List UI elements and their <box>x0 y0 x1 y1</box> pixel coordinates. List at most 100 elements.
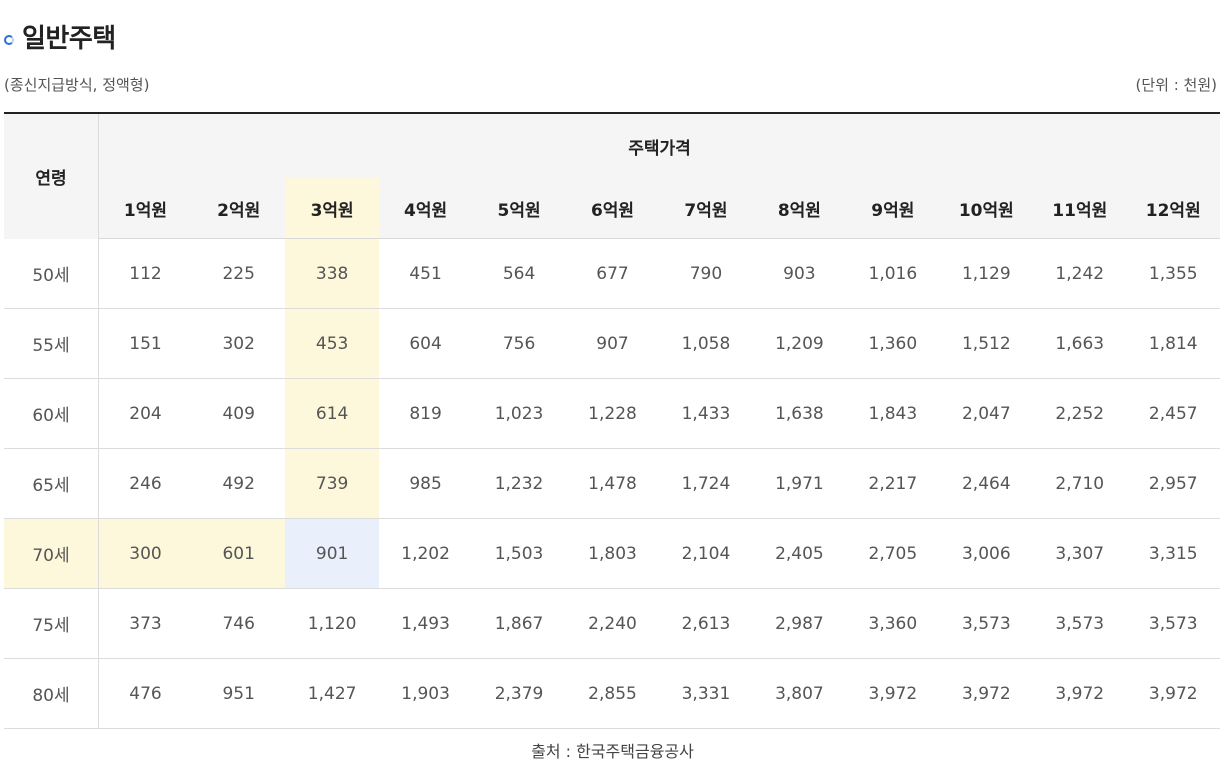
payment-method-note: (종신지급방식, 정액형) <box>4 76 150 94</box>
column-header: 3억원 <box>285 178 379 239</box>
value-cell: 1,360 <box>846 308 940 379</box>
value-cell: 3,972 <box>846 658 940 729</box>
value-cell: 2,405 <box>752 518 847 589</box>
value-cell: 1,433 <box>659 378 753 449</box>
value-cell: 1,228 <box>565 378 660 449</box>
value-cell: 112 <box>98 238 192 309</box>
value-cell: 1,638 <box>752 378 847 449</box>
value-cell: 2,464 <box>939 448 1034 519</box>
value-cell: 151 <box>98 308 192 379</box>
value-cell: 1,478 <box>565 448 660 519</box>
value-cell: 1,058 <box>659 308 753 379</box>
value-cell: 604 <box>378 308 473 379</box>
column-header: 2억원 <box>191 178 286 239</box>
value-cell: 302 <box>191 308 286 379</box>
value-cell: 3,331 <box>659 658 753 729</box>
value-cell: 3,573 <box>939 588 1034 659</box>
value-cell: 2,379 <box>472 658 566 729</box>
value-cell: 790 <box>659 238 753 309</box>
source-note: 출처 : 한국주택금융공사 <box>531 742 694 761</box>
column-header: 6억원 <box>565 178 660 239</box>
value-cell: 2,855 <box>565 658 660 729</box>
table-row: 60세 204 409 614 819 1,023 1,228 1,433 1,638 1,843… <box>4 378 1220 449</box>
value-cell: 3,573 <box>1126 588 1220 659</box>
age-header: 연령 <box>4 112 99 239</box>
column-header: 7억원 <box>659 178 753 239</box>
value-cell: 601 <box>191 518 286 589</box>
value-cell: 2,104 <box>659 518 753 589</box>
value-cell: 3,972 <box>1033 658 1127 729</box>
value-cell: 225 <box>191 238 286 309</box>
column-header: 4억원 <box>378 178 473 239</box>
value-cell: 1,355 <box>1126 238 1220 309</box>
age-cell: 80세 <box>4 658 99 729</box>
price-header: 주택가격 <box>98 112 1220 178</box>
value-cell: 907 <box>565 308 660 379</box>
value-cell: 2,710 <box>1033 448 1127 519</box>
value-cell: 1,663 <box>1033 308 1127 379</box>
table-row: 65세 246 492 739 985 1,232 1,478 1,724 1,971 2,217… <box>4 448 1220 519</box>
value-cell: 2,252 <box>1033 378 1127 449</box>
column-header: 9억원 <box>846 178 940 239</box>
value-cell: 614 <box>285 378 379 449</box>
value-cell: 409 <box>191 378 286 449</box>
section-title-row: 일반주택 <box>4 18 116 55</box>
value-cell: 564 <box>472 238 566 309</box>
circle-bullet-icon <box>4 34 14 45</box>
section-title: 일반주택 <box>22 24 116 54</box>
value-cell: 2,987 <box>752 588 847 659</box>
column-header: 12억원 <box>1126 178 1220 239</box>
value-cell: 2,705 <box>846 518 940 589</box>
column-header: 10억원 <box>939 178 1034 239</box>
column-header: 11억원 <box>1033 178 1127 239</box>
value-cell: 2,957 <box>1126 448 1220 519</box>
value-cell: 300 <box>98 518 192 589</box>
value-cell: 1,803 <box>565 518 660 589</box>
value-cell: 1,512 <box>939 308 1034 379</box>
value-cell: 903 <box>752 238 847 309</box>
pension-table: 연령 주택가격 1억원 2억원 3억원 4억원 5억원 6억원 7억원 8억원 9억원 10억원 1… <box>4 112 1220 729</box>
table-row: 70세 300 601 901 1,202 1,503 1,803 2,104 2,405 2,7… <box>4 518 1220 589</box>
value-cell: 3,307 <box>1033 518 1127 589</box>
value-cell: 901 <box>285 518 379 589</box>
value-cell: 1,971 <box>752 448 847 519</box>
age-cell: 65세 <box>4 448 99 519</box>
value-cell: 453 <box>285 308 379 379</box>
page: 일반주택 (종신지급방식, 정액형) (단위 : 천원) 연령 주택가격 1억원… <box>0 0 1225 762</box>
value-cell: 739 <box>285 448 379 519</box>
value-cell: 746 <box>191 588 286 659</box>
value-cell: 338 <box>285 238 379 309</box>
value-cell: 1,427 <box>285 658 379 729</box>
value-cell: 951 <box>191 658 286 729</box>
value-cell: 3,360 <box>846 588 940 659</box>
age-cell: 75세 <box>4 588 99 659</box>
value-cell: 1,016 <box>846 238 940 309</box>
age-cell: 70세 <box>4 518 99 589</box>
value-cell: 1,129 <box>939 238 1034 309</box>
value-cell: 985 <box>378 448 473 519</box>
value-cell: 1,232 <box>472 448 566 519</box>
value-cell: 1,867 <box>472 588 566 659</box>
table-row: 50세 112 225 338 451 564 677 790 903 1,016 1,129 1,2… <box>4 238 1220 309</box>
value-cell: 1,503 <box>472 518 566 589</box>
value-cell: 451 <box>378 238 473 309</box>
value-cell: 1,202 <box>378 518 473 589</box>
value-cell: 677 <box>565 238 660 309</box>
age-cell: 60세 <box>4 378 99 449</box>
value-cell: 3,315 <box>1126 518 1220 589</box>
value-cell: 3,972 <box>939 658 1034 729</box>
age-cell: 55세 <box>4 308 99 379</box>
column-header: 8억원 <box>752 178 847 239</box>
value-cell: 492 <box>191 448 286 519</box>
value-cell: 1,493 <box>378 588 473 659</box>
value-cell: 2,240 <box>565 588 660 659</box>
value-cell: 1,814 <box>1126 308 1220 379</box>
table-row: 75세 373 746 1,120 1,493 1,867 2,240 2,613 2,987 3… <box>4 588 1220 659</box>
column-header: 1억원 <box>98 178 192 239</box>
value-cell: 3,573 <box>1033 588 1127 659</box>
value-cell: 1,903 <box>378 658 473 729</box>
value-cell: 2,217 <box>846 448 940 519</box>
value-cell: 3,006 <box>939 518 1034 589</box>
value-cell: 2,613 <box>659 588 753 659</box>
value-cell: 1,242 <box>1033 238 1127 309</box>
